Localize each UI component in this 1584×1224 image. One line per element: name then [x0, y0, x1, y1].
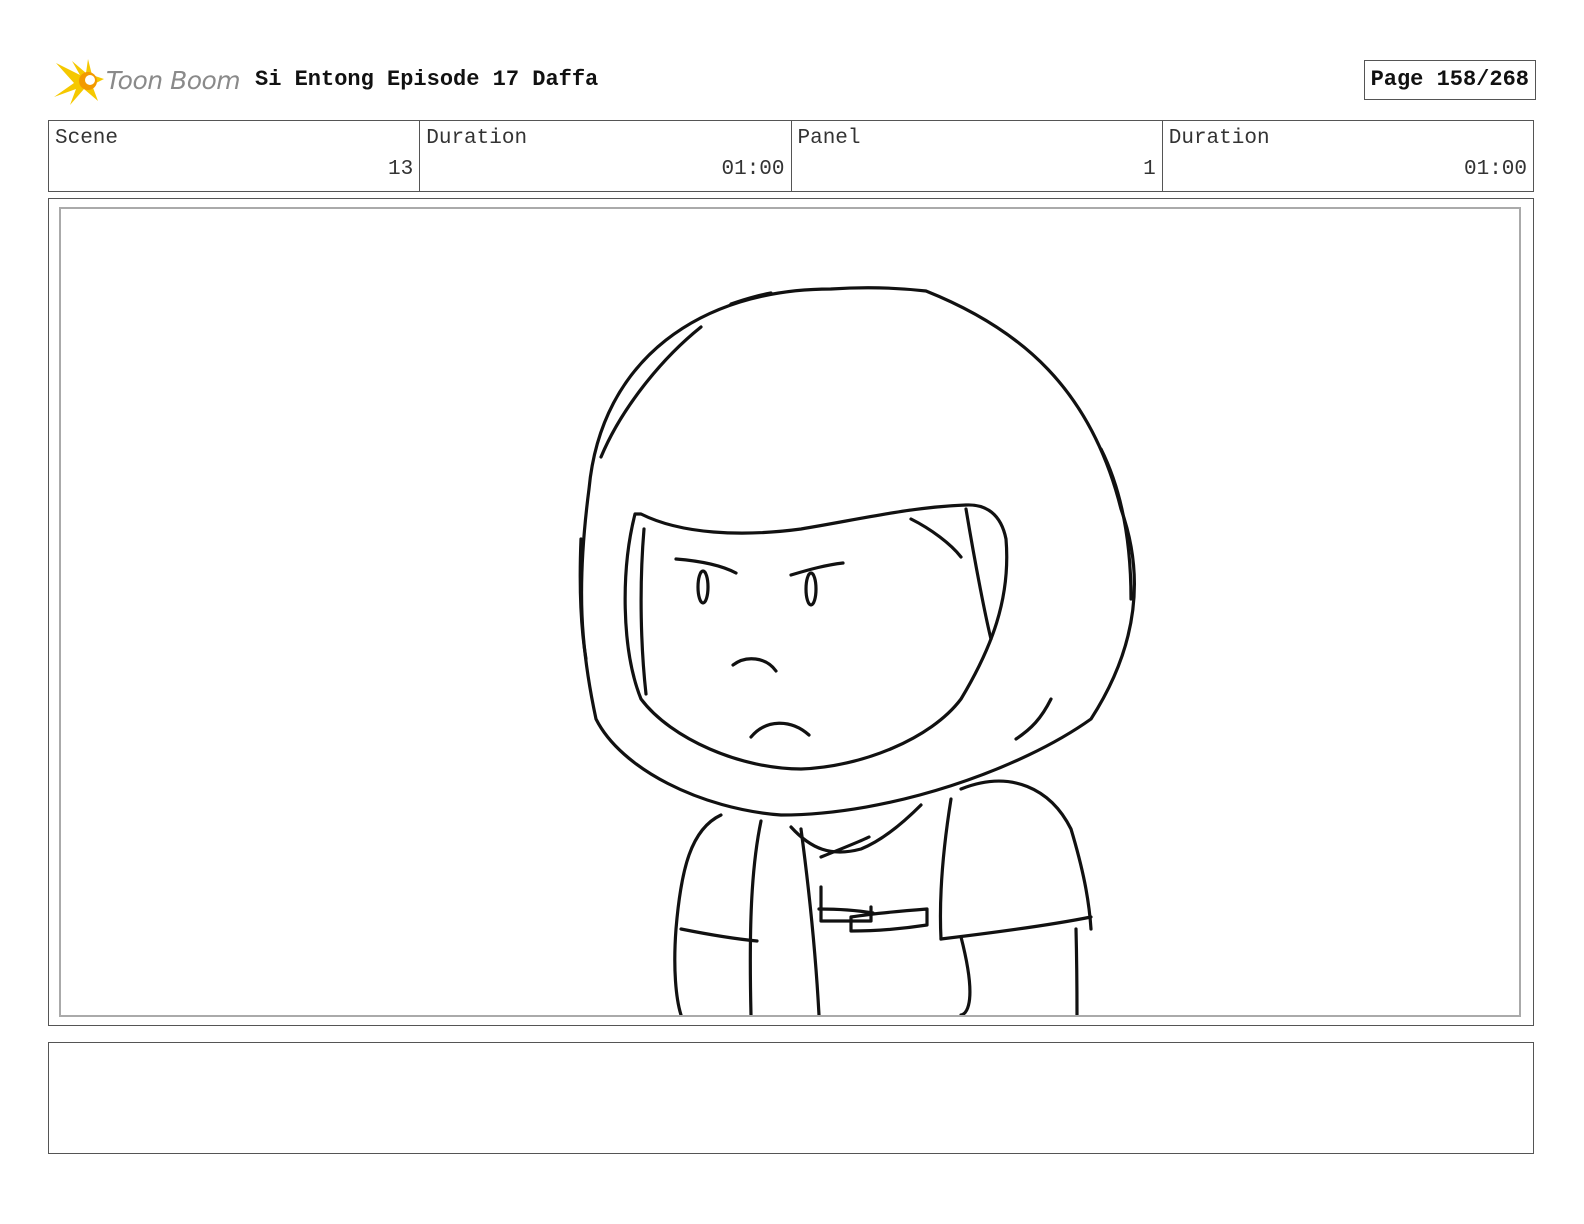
scene-value: 13: [388, 158, 414, 181]
starburst-logo-icon: [54, 59, 104, 105]
sketch-drawing: [578, 286, 1136, 1015]
panel-duration-value: 01:00: [1463, 158, 1527, 181]
scene-duration-cell: Duration 01:00: [420, 121, 792, 191]
scene-cell: Scene 13: [49, 121, 421, 191]
panel-duration-cell: Duration 01:00: [1163, 121, 1533, 191]
panel-duration-label: Duration: [1168, 127, 1270, 150]
logo-text: Toon Boom: [106, 66, 241, 95]
panel-value: 1: [1143, 158, 1156, 181]
header: Toon Boom Si Entong Episode 17 Daffa Pag…: [50, 55, 1536, 105]
panel-cell: Panel 1: [792, 121, 1163, 191]
scene-label: Scene: [55, 127, 119, 150]
toon-boom-logo: Toon Boom: [52, 57, 242, 105]
storyboard-panel-image: [59, 207, 1521, 1017]
scene-duration-label: Duration: [426, 127, 528, 150]
document-title: Si Entong Episode 17 Daffa: [255, 67, 599, 92]
panel-label: Panel: [797, 127, 861, 150]
page-number: Page 158/268: [1363, 60, 1536, 100]
scene-duration-value: 01:00: [721, 158, 785, 181]
notes-box: [48, 1042, 1534, 1154]
panel-info-row: Scene 13 Duration 01:00 Panel 1 Duration…: [48, 120, 1534, 192]
storyboard-panel-frame: [48, 198, 1534, 1026]
